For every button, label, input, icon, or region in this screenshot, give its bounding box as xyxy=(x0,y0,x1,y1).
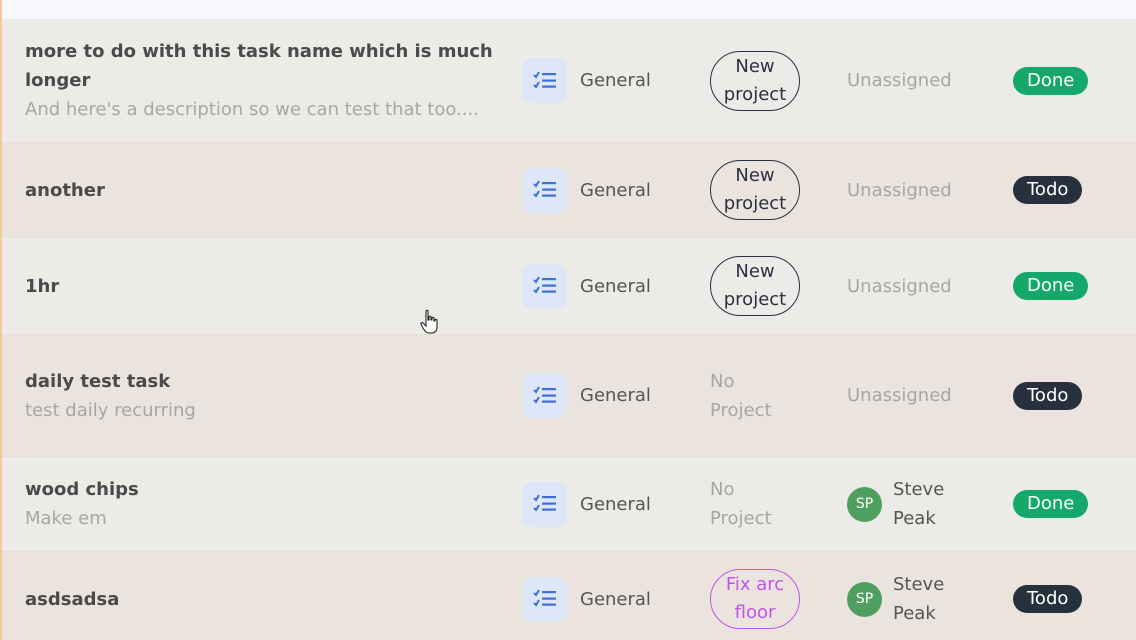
task-name-cell[interactable]: asdsadsa xyxy=(25,552,495,640)
task-project-cell[interactable]: No Project xyxy=(710,335,820,456)
task-name-cell[interactable]: more to do with this task name which is … xyxy=(25,19,495,142)
checklist-icon xyxy=(522,263,567,309)
task-assignee-cell[interactable]: SP Steve Peak xyxy=(847,457,987,551)
task-type-cell[interactable]: General xyxy=(522,143,682,237)
table-row[interactable]: wood chips Make em General No Project SP… xyxy=(2,457,1136,552)
project-label[interactable]: No Project xyxy=(710,475,790,533)
table-row[interactable]: asdsadsa General Fix arc floor SP Steve … xyxy=(2,552,1136,640)
task-type-label: General xyxy=(580,385,651,406)
project-badge[interactable]: New project xyxy=(710,160,800,220)
task-status-cell[interactable]: Done xyxy=(1013,457,1113,551)
table-row[interactable]: more to do with this task name which is … xyxy=(2,19,1136,143)
task-status-cell[interactable]: Done xyxy=(1013,19,1113,142)
assignee-label: Unassigned xyxy=(847,385,952,406)
task-description: And here's a description so we can test … xyxy=(25,99,479,120)
task-type-cell[interactable]: General xyxy=(522,335,682,456)
checklist-icon xyxy=(522,481,567,527)
task-title: wood chips xyxy=(25,479,139,500)
task-name-cell[interactable]: wood chips Make em xyxy=(25,457,495,551)
task-type-label: General xyxy=(580,275,651,297)
assignee-label: Unassigned xyxy=(847,275,952,297)
task-type-cell[interactable]: General xyxy=(522,552,682,640)
avatar: SP xyxy=(847,581,882,617)
status-badge[interactable]: Todo xyxy=(1013,176,1083,204)
project-badge[interactable]: New project xyxy=(710,256,800,316)
task-table: more to do with this task name which is … xyxy=(2,19,1136,640)
hand-pointer-cursor-icon xyxy=(420,309,440,335)
assignee-name: Steve Peak xyxy=(893,574,945,624)
task-type-label: General xyxy=(580,588,651,610)
assignee-label: Unassigned xyxy=(847,179,952,201)
status-badge[interactable]: Todo xyxy=(1013,381,1083,410)
task-title: another xyxy=(25,179,105,201)
checklist-icon xyxy=(522,373,567,418)
task-title: more to do with this task name which is … xyxy=(25,41,493,91)
task-description: Make em xyxy=(25,508,107,529)
table-row[interactable]: 1hr General New project Unassigned Done xyxy=(2,238,1136,335)
task-project-cell[interactable]: New project xyxy=(710,143,820,237)
task-description: test daily recurring xyxy=(25,399,196,421)
task-status-cell[interactable]: Todo xyxy=(1013,552,1113,640)
task-type-label: General xyxy=(580,179,651,201)
task-status-cell[interactable]: Todo xyxy=(1013,335,1113,456)
avatar: SP xyxy=(847,486,882,522)
task-title: asdsadsa xyxy=(25,588,120,610)
project-badge[interactable]: Fix arc floor xyxy=(710,569,800,629)
project-label[interactable]: No Project xyxy=(710,367,790,425)
task-project-cell[interactable]: New project xyxy=(710,19,820,142)
task-assignee-cell[interactable]: Unassigned xyxy=(847,335,987,456)
task-project-cell[interactable]: No Project xyxy=(710,457,820,551)
status-badge[interactable]: Done xyxy=(1013,272,1089,300)
task-title: daily test task xyxy=(25,370,171,392)
task-type-cell[interactable]: General xyxy=(522,238,682,334)
table-row[interactable]: another General New project Unassigned T… xyxy=(2,143,1136,238)
status-badge[interactable]: Done xyxy=(1013,66,1089,95)
status-badge[interactable]: Todo xyxy=(1013,585,1083,613)
assignee-label: Unassigned xyxy=(847,70,952,91)
task-status-cell[interactable]: Done xyxy=(1013,238,1113,334)
task-status-cell[interactable]: Todo xyxy=(1013,143,1113,237)
task-type-cell[interactable]: General xyxy=(522,457,682,551)
task-assignee-cell[interactable]: SP Steve Peak xyxy=(847,552,987,640)
task-name-cell[interactable]: daily test task test daily recurring xyxy=(25,335,495,456)
task-project-cell[interactable]: New project xyxy=(710,238,820,334)
checklist-icon xyxy=(522,576,567,622)
status-badge[interactable]: Done xyxy=(1013,490,1089,518)
checklist-icon xyxy=(522,58,567,103)
task-title: 1hr xyxy=(25,275,60,297)
table-row[interactable]: daily test task test daily recurring Gen… xyxy=(2,335,1136,457)
assignee-name: Steve Peak xyxy=(893,479,945,529)
task-assignee-cell[interactable]: Unassigned xyxy=(847,19,987,142)
task-assignee-cell[interactable]: Unassigned xyxy=(847,238,987,334)
task-name-cell[interactable]: another xyxy=(25,143,495,237)
project-badge[interactable]: New project xyxy=(710,50,800,111)
checklist-icon xyxy=(522,167,567,213)
task-type-label: General xyxy=(580,70,651,91)
task-type-label: General xyxy=(580,493,651,515)
task-type-cell[interactable]: General xyxy=(522,19,682,142)
task-project-cell[interactable]: Fix arc floor xyxy=(710,552,820,640)
table-header-strip xyxy=(2,0,1136,19)
task-assignee-cell[interactable]: Unassigned xyxy=(847,143,987,237)
